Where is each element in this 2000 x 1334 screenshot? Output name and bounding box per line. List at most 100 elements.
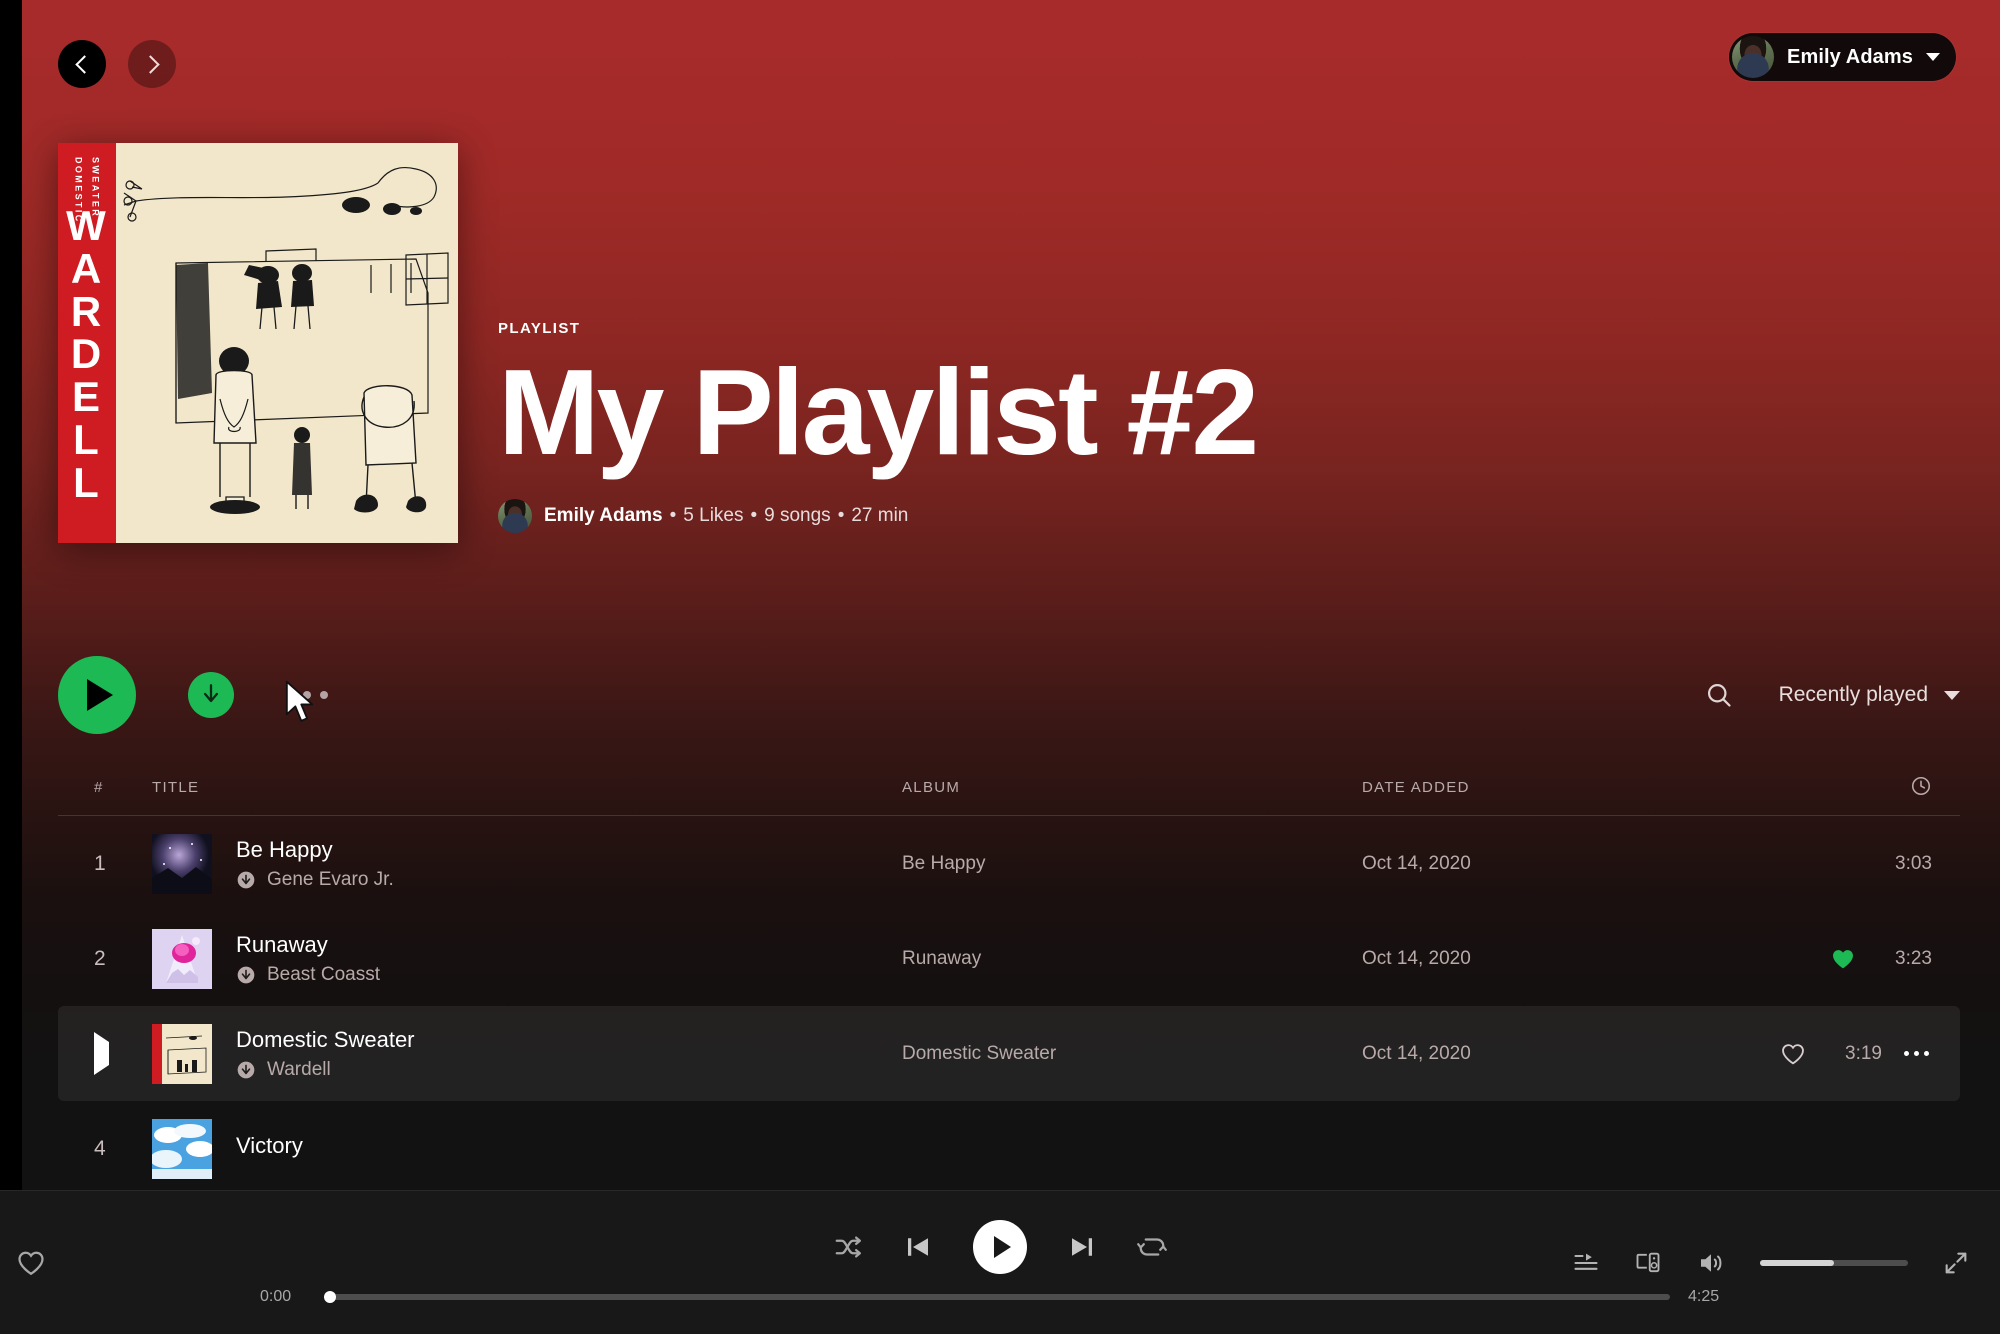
track-duration: 3:19: [1845, 1042, 1882, 1064]
column-header-title: TITLE: [152, 779, 200, 796]
track-artist[interactable]: Beast Coasst: [267, 964, 380, 986]
track-artist-row: Beast Coasst: [236, 964, 380, 986]
track-album[interactable]: Runaway: [902, 948, 1362, 970]
track-title-cell: Victory: [152, 1118, 902, 1179]
playlist-meta: Emily Adams • 5 Likes • 9 songs • 27 min: [498, 499, 1256, 533]
table-row[interactable]: Domestic Sweater Wardell Domestic Sweate…: [58, 1006, 1960, 1101]
cover-illustration: [116, 143, 458, 543]
elapsed-time: 0:00: [260, 1287, 292, 1305]
track-artist[interactable]: Wardell: [267, 1059, 331, 1081]
track-title: Runaway: [236, 931, 328, 957]
user-menu-button[interactable]: Emily Adams: [1729, 33, 1956, 81]
previous-button[interactable]: [903, 1232, 933, 1262]
page-title: My Playlist #2: [498, 344, 1259, 480]
spotify-app: Emily Adams DOMESTIC SWEATER WARDELL PLA…: [0, 0, 2000, 1334]
play-icon: [94, 1031, 109, 1075]
play-pause-button[interactable]: [973, 1219, 1027, 1274]
volume-fill: [1760, 1259, 1834, 1266]
meta-separator-1: •: [669, 505, 677, 526]
owner-avatar: [498, 499, 532, 533]
column-header-date-added: DATE ADDED: [1362, 779, 1470, 796]
chevron-down-icon: [1944, 690, 1960, 700]
track-names: Be Happy Gene Evaro Jr.: [236, 837, 394, 891]
track-duration-cell: 3:03: [1878, 853, 1932, 875]
more-options-icon: [286, 691, 294, 699]
forward-button[interactable]: [128, 40, 176, 88]
track-date-added: Oct 14, 2020: [1362, 852, 1471, 874]
track-artist-row: Gene Evaro Jr.: [236, 869, 394, 891]
track-table: # TITLE ALBUM DATE ADDED 1 Be Happy Gene…: [58, 760, 1960, 1190]
table-row[interactable]: 2 Runaway Beast Coasst Runaway Oct 14, 2…: [58, 911, 1960, 1006]
next-track-icon: [1072, 1237, 1092, 1256]
track-index: 2: [94, 946, 106, 970]
track-date-added: Oct 14, 2020: [1362, 947, 1471, 969]
playlist-song-count: 9 songs: [764, 505, 831, 526]
search-icon[interactable]: [1705, 681, 1733, 709]
track-title-cell: Be Happy Gene Evaro Jr.: [152, 833, 902, 894]
table-row[interactable]: 1 Be Happy Gene Evaro Jr. Be Happy Oct 1…: [58, 816, 1960, 911]
track-artwork: [152, 833, 212, 894]
track-index: 1: [94, 851, 106, 875]
previous-track-icon: [908, 1237, 928, 1256]
heart-filled-icon[interactable]: [1830, 946, 1856, 972]
cover-spine: DOMESTIC SWEATER WARDELL: [58, 143, 116, 543]
track-album[interactable]: Domestic Sweater: [902, 1043, 1362, 1065]
column-header-index: #: [94, 779, 104, 796]
download-badge-icon: [237, 871, 255, 888]
heart-outline-icon[interactable]: [1780, 1041, 1806, 1067]
track-play-button[interactable]: [94, 1031, 152, 1075]
download-badge-icon: [237, 1061, 255, 1078]
playlist-right-actions: Recently played: [1705, 681, 1960, 709]
track-album[interactable]: Be Happy: [902, 853, 1362, 875]
back-button[interactable]: [58, 40, 106, 88]
track-artwork: [152, 1118, 212, 1179]
clock-icon: [1911, 776, 1931, 795]
chevron-right-icon: [140, 54, 160, 74]
more-options-icon: [1904, 1051, 1909, 1056]
track-duration-cell: 3:23: [1830, 946, 1932, 972]
queue-icon[interactable]: [1572, 1249, 1600, 1277]
fullscreen-icon[interactable]: [1942, 1249, 1970, 1277]
repeat-button[interactable]: [1137, 1232, 1167, 1262]
chevron-left-icon: [74, 54, 94, 74]
shuffle-button[interactable]: [833, 1232, 863, 1262]
track-duration-cell: 3:19: [1780, 1041, 1932, 1067]
track-title-cell: Runaway Beast Coasst: [152, 928, 902, 989]
track-artwork: [152, 928, 212, 989]
playlist-duration: 27 min: [851, 505, 909, 526]
sort-dropdown[interactable]: Recently played: [1779, 683, 1960, 707]
play-playlist-button[interactable]: [58, 656, 136, 734]
track-title-cell: Domestic Sweater Wardell: [152, 1023, 902, 1084]
track-names: Runaway Beast Coasst: [236, 932, 380, 986]
progress-knob[interactable]: [324, 1290, 336, 1303]
play-icon: [87, 679, 113, 711]
table-header: # TITLE ALBUM DATE ADDED: [58, 760, 1960, 816]
chevron-down-icon: [1926, 53, 1940, 61]
connect-device-icon[interactable]: [1634, 1249, 1662, 1277]
track-more-options-button[interactable]: [1904, 1051, 1932, 1056]
playlist-owner[interactable]: Emily Adams: [544, 505, 663, 527]
track-artwork: [152, 1023, 212, 1084]
download-button[interactable]: [188, 672, 234, 718]
next-button[interactable]: [1067, 1232, 1097, 1262]
more-options-button[interactable]: [286, 691, 328, 699]
navigation-buttons: [58, 40, 176, 88]
table-row[interactable]: 4 Victory: [58, 1101, 1960, 1190]
download-badge-icon: [237, 966, 255, 983]
user-name: Emily Adams: [1787, 45, 1913, 68]
playlist-type-label: PLAYLIST: [498, 320, 581, 337]
avatar: [1732, 36, 1775, 78]
meta-separator-2: •: [750, 505, 758, 526]
player-right-controls: [1572, 1191, 1970, 1334]
track-title: Victory: [236, 1132, 303, 1158]
track-title: Domestic Sweater: [236, 1026, 415, 1052]
track-artist-row: Wardell: [236, 1059, 415, 1081]
playlist-info: PLAYLIST My Playlist #2 Emily Adams • 5 …: [498, 320, 1259, 543]
shuffle-icon: [835, 1236, 861, 1257]
track-artist[interactable]: Gene Evaro Jr.: [267, 869, 394, 891]
main-content: Emily Adams DOMESTIC SWEATER WARDELL PLA…: [22, 0, 2000, 1190]
volume-slider[interactable]: [1760, 1259, 1908, 1266]
volume-icon[interactable]: [1696, 1248, 1726, 1278]
progress-bar[interactable]: [324, 1290, 1670, 1303]
player-bar: 0:00 4:25: [0, 1190, 2000, 1334]
